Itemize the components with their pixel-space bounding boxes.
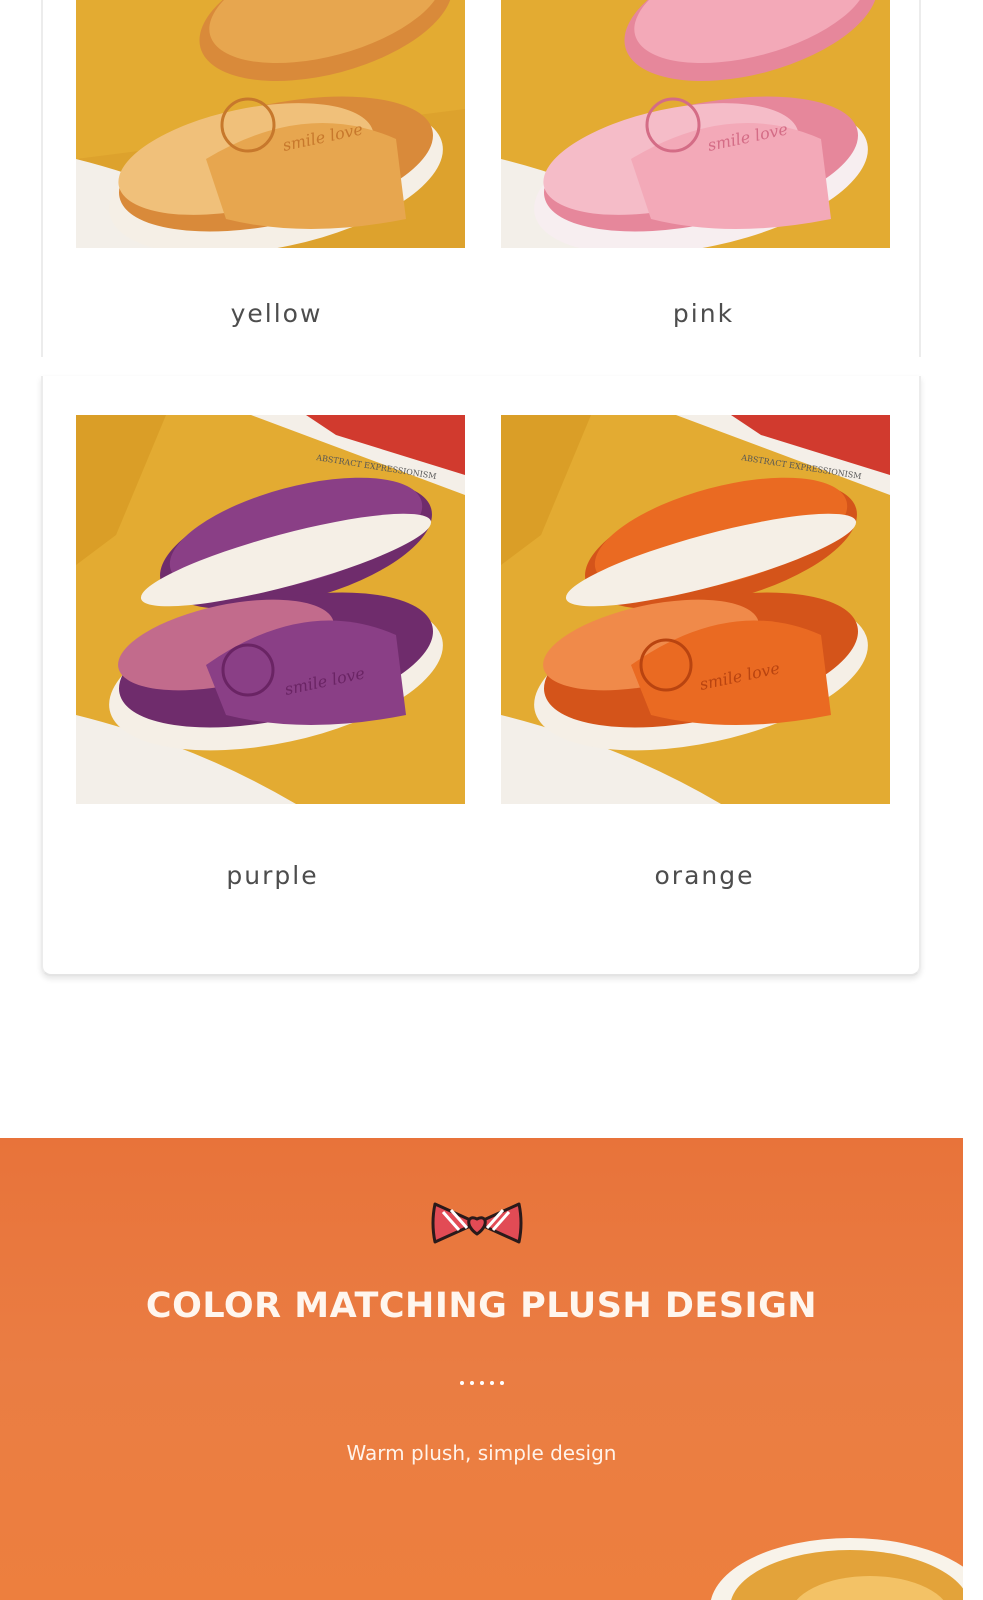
promo-title: COLOR MATCHING PLUSH DESIGN: [145, 1286, 818, 1326]
color-label-purple: purple: [226, 861, 319, 890]
product-photo-orange: ABSTRACT EXPRESSIONISM smile love: [501, 415, 890, 804]
bow-icon: [431, 1202, 523, 1244]
product-photo-purple: ABSTRACT EXPRESSIONISM smile love: [76, 415, 465, 804]
slipper-image-yellow: smile love: [76, 0, 465, 248]
slipper-image-orange: ABSTRACT EXPRESSIONISM smile love: [501, 415, 890, 804]
promo-section: COLOR MATCHING PLUSH DESIGN Warm plush, …: [0, 1138, 963, 1600]
promo-subtitle: Warm plush, simple design: [346, 1441, 617, 1465]
color-label-yellow: yellow: [230, 299, 323, 328]
dot-divider: [0, 1370, 963, 1389]
slipper-image-purple: ABSTRACT EXPRESSIONISM smile love: [76, 415, 465, 804]
slipper-image-pink: smile love: [501, 0, 890, 248]
slipper-peek-image: [710, 1538, 963, 1600]
product-photo-pink: smile love: [501, 0, 890, 248]
color-label-pink: pink: [672, 299, 735, 328]
product-photo-yellow: smile love: [76, 0, 465, 248]
color-label-orange: orange: [654, 861, 755, 890]
